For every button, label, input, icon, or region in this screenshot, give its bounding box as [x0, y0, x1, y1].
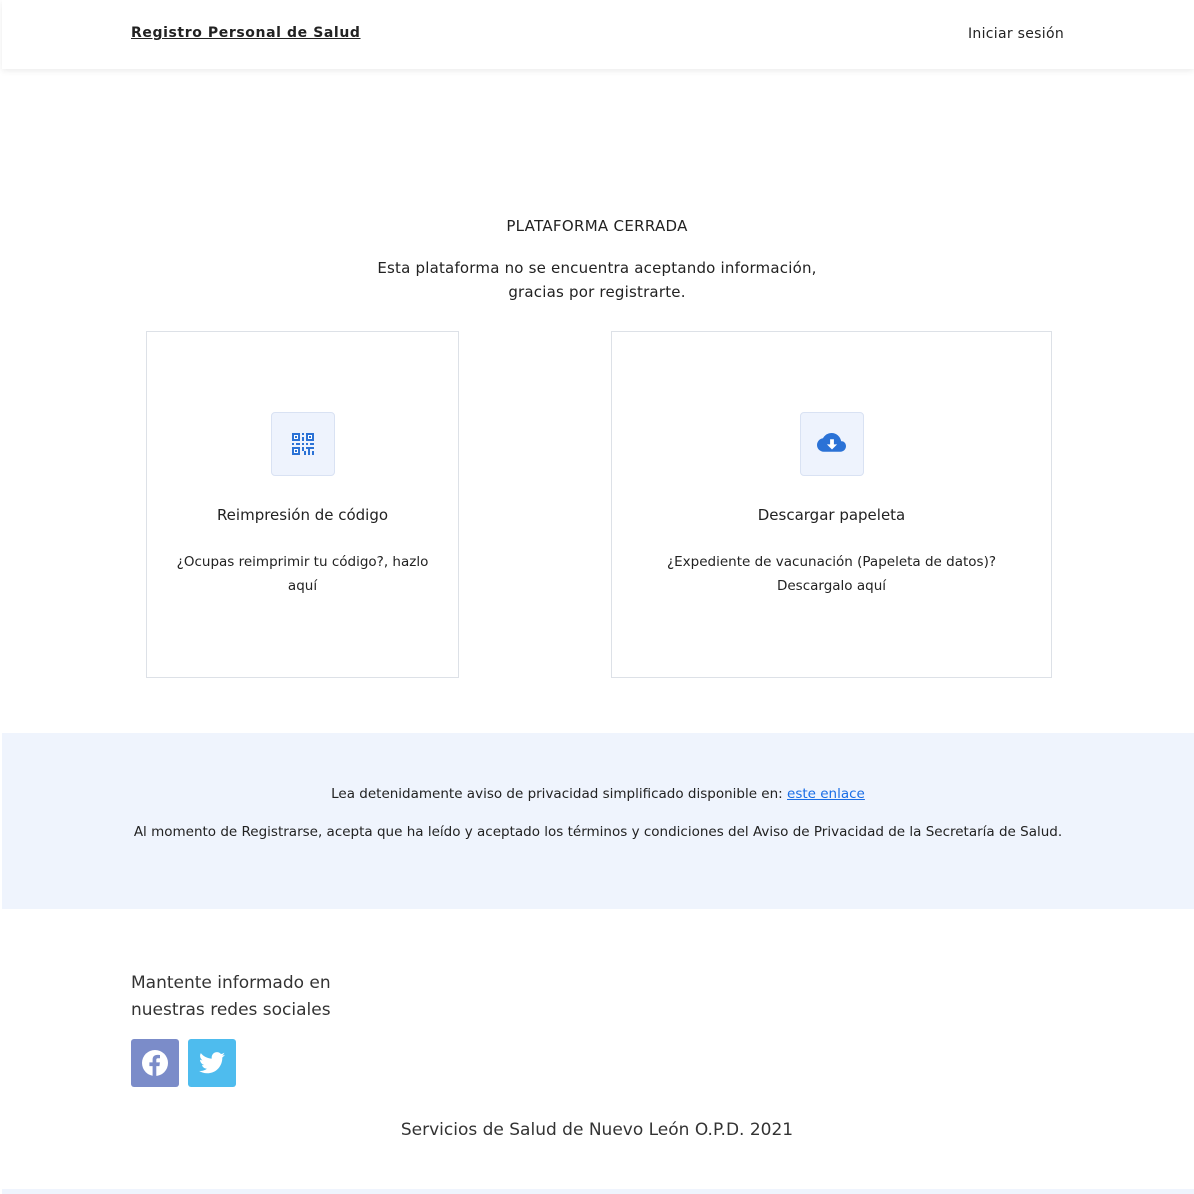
- card-title: Descargar papeleta: [757, 506, 906, 524]
- status-message: Esta plataforma no se encuentra aceptand…: [347, 256, 847, 304]
- qr-code-icon-box: [270, 412, 335, 476]
- twitter-button[interactable]: [188, 1039, 236, 1087]
- twitter-icon: [199, 1052, 225, 1074]
- status-message-line1: Esta plataforma no se encuentra aceptand…: [377, 259, 817, 277]
- footer-text: Servicios de Salud de Nuevo León O.P.D. …: [400, 1120, 794, 1140]
- card-description: ¿Ocupas reimprimir tu código?, hazlo aqu…: [176, 554, 429, 594]
- qr-code-icon: [291, 433, 314, 455]
- cloud-download-icon-box: [799, 412, 864, 476]
- facebook-icon: [142, 1050, 168, 1076]
- navbar: Registro Personal de Salud Iniciar sesió…: [2, 0, 1194, 69]
- download-ballot-card[interactable]: Descargar papeleta ¿Expediente de vacuna…: [611, 331, 1052, 678]
- card-title: Reimpresión de código: [216, 506, 389, 524]
- privacy-notice-text: Lea detenidamente aviso de privacidad si…: [331, 786, 788, 802]
- privacy-terms-text: Al momento de Registrarse, acepta que ha…: [133, 824, 1063, 840]
- card-description: ¿Expediente de vacunación (Papeleta de d…: [666, 554, 997, 594]
- privacy-notice: Lea detenidamente aviso de privacidad si…: [2, 733, 1194, 909]
- brand-link[interactable]: Registro Personal de Salud: [131, 25, 361, 41]
- status-message-line2: gracias por registrarte.: [508, 283, 686, 301]
- privacy-notice-line: Lea detenidamente aviso de privacidad si…: [2, 786, 1194, 802]
- facebook-button[interactable]: [131, 1039, 179, 1087]
- login-link[interactable]: Iniciar sesión: [968, 26, 1064, 42]
- status-title: PLATAFORMA CERRADA: [506, 217, 688, 235]
- reprint-code-card[interactable]: Reimpresión de código ¿Ocupas reimprimir…: [146, 331, 459, 678]
- privacy-link[interactable]: este enlace: [787, 786, 865, 802]
- bottom-strip: [2, 1189, 1194, 1194]
- social-title: Mantente informado en nuestras redes soc…: [131, 973, 331, 1020]
- cloud-download-icon: [816, 433, 846, 452]
